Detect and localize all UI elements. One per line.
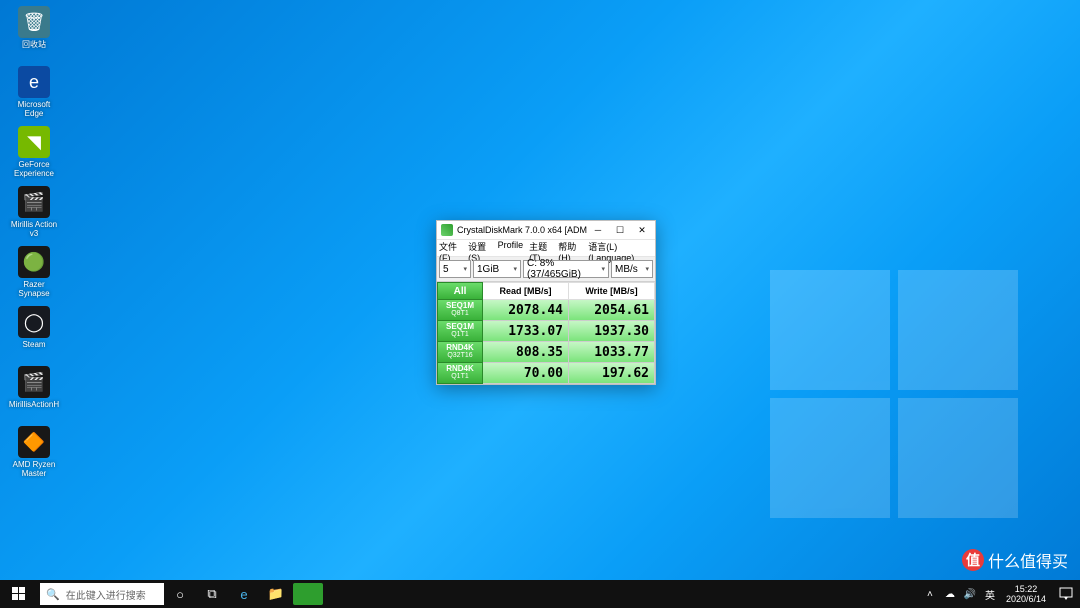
taskbar-clock[interactable]: 15:22 2020/6/14 xyxy=(1000,584,1052,604)
test-button-0[interactable]: SEQ1MQ8T1 xyxy=(437,300,483,321)
window-title: CrystalDiskMark 7.0.0 x64 [ADMIN] xyxy=(457,225,587,235)
result-row-3: RND4KQ1T170.00197.62 xyxy=(437,363,655,384)
taskbar: 🔍 在此键入进行搜索 ○ ⧉ e 📁 ˄ ☁ 🔊 英 15:22 2020/6/… xyxy=(0,580,1080,608)
taskbar-date: 2020/6/14 xyxy=(1006,594,1046,604)
read-value-2: 808.35 xyxy=(483,342,569,363)
desktop-icon-2[interactable]: ◥ GeForce Experience xyxy=(8,126,60,182)
test-name: RND4K xyxy=(446,344,474,352)
onedrive-tray-icon[interactable]: ☁ xyxy=(940,580,960,608)
desktop-icon-5[interactable]: ◯ Steam xyxy=(8,306,60,362)
menu-bar: 文件(F) 设置(S) Profile 主题(T) 帮助(H) 语言(L)(Languag… xyxy=(437,240,655,257)
results-rows: SEQ1MQ8T12078.442054.61SEQ1MQ1T11733.071… xyxy=(437,300,655,384)
edge-taskbar-icon[interactable]: e xyxy=(228,580,260,608)
taskbar-search[interactable]: 🔍 在此键入进行搜索 xyxy=(40,583,164,605)
system-tray: ˄ ☁ 🔊 英 15:22 2020/6/14 xyxy=(920,580,1080,608)
minimize-button[interactable]: ─ xyxy=(587,221,609,239)
watermark: 值 什么值得买 xyxy=(962,548,1068,572)
task-view-button[interactable]: ⧉ xyxy=(196,580,228,608)
action-center-button[interactable] xyxy=(1052,580,1080,608)
write-value-2: 1033.77 xyxy=(569,342,655,363)
test-count-dropdown[interactable]: 5▾ xyxy=(439,260,471,278)
desktop-icon-label: Steam xyxy=(22,340,45,349)
desktop-icon-label: Razer Synapse xyxy=(8,280,60,298)
desktop-icon-glyph: 🎬 xyxy=(18,186,50,218)
desktop-icon-label: Microsoft Edge xyxy=(8,100,60,118)
taskbar-time: 15:22 xyxy=(1015,584,1038,594)
write-value-1: 1937.30 xyxy=(569,321,655,342)
search-icon: 🔍 xyxy=(46,588,60,601)
maximize-button[interactable]: ☐ xyxy=(609,221,631,239)
tray-chevron-icon[interactable]: ˄ xyxy=(920,580,940,608)
desktop-icon-glyph: ◥ xyxy=(18,126,50,158)
desktop-icon-label: Mirillis Action v3 xyxy=(8,220,60,238)
windows-logo-icon xyxy=(12,587,26,601)
test-name: SEQ1M xyxy=(446,323,474,331)
result-row-2: RND4KQ32T16808.351033.77 xyxy=(437,342,655,363)
result-row-1: SEQ1MQ1T11733.071937.30 xyxy=(437,321,655,342)
all-button[interactable]: All xyxy=(437,282,483,300)
desktop-icon-3[interactable]: 🎬 Mirillis Action v3 xyxy=(8,186,60,242)
desktop-icon-label: GeForce Experience xyxy=(8,160,60,178)
desktop-icon-glyph: 🟢 xyxy=(18,246,50,278)
crystaldiskmark-taskbar-icon[interactable] xyxy=(293,583,323,605)
test-button-2[interactable]: RND4KQ32T16 xyxy=(437,342,483,363)
test-sub: Q1T1 xyxy=(451,373,469,381)
test-button-3[interactable]: RND4KQ1T1 xyxy=(437,363,483,384)
network-tray-icon[interactable]: 🔊 xyxy=(960,580,980,608)
write-value-0: 2054.61 xyxy=(569,300,655,321)
test-name: RND4K xyxy=(446,365,474,373)
notification-icon xyxy=(1059,587,1073,601)
watermark-badge: 值 xyxy=(962,549,984,571)
cortana-button[interactable]: ○ xyxy=(164,580,196,608)
results-header: All Read [MB/s] Write [MB/s] xyxy=(437,282,655,300)
desktop-icon-glyph: 🗑 xyxy=(18,6,50,38)
start-button[interactable] xyxy=(0,580,38,608)
menu-item-0[interactable]: 文件(F) xyxy=(439,240,462,256)
crystaldiskmark-window: CrystalDiskMark 7.0.0 x64 [ADMIN] ─ ☐ ✕ … xyxy=(436,220,656,385)
desktop-icon-7[interactable]: 🔶 AMD Ryzen Master xyxy=(8,426,60,482)
read-value-3: 70.00 xyxy=(483,363,569,384)
unit-dropdown[interactable]: MB/s▾ xyxy=(611,260,653,278)
desktop-icon-4[interactable]: 🟢 Razer Synapse xyxy=(8,246,60,302)
desktop-icon-glyph: e xyxy=(18,66,50,98)
file-explorer-taskbar-icon[interactable]: 📁 xyxy=(260,580,292,608)
test-sub: Q1T1 xyxy=(451,331,469,339)
result-row-0: SEQ1MQ8T12078.442054.61 xyxy=(437,300,655,321)
search-placeholder: 在此键入进行搜索 xyxy=(66,587,146,602)
menu-item-2[interactable]: Profile xyxy=(498,240,524,256)
desktop-icon-6[interactable]: 🎬 MirillisActionH xyxy=(8,366,60,422)
controls-row: 5▾ 1GiB▾ C: 8% (37/465GiB)▾ MB/s▾ xyxy=(437,257,655,282)
desktop-icon-0[interactable]: 🗑 回收站 xyxy=(8,6,60,62)
desktop-icon-label: MirillisActionH xyxy=(9,400,59,409)
write-value-3: 197.62 xyxy=(569,363,655,384)
desktop-icon-glyph: 🎬 xyxy=(18,366,50,398)
drive-dropdown[interactable]: C: 8% (37/465GiB)▾ xyxy=(523,260,609,278)
test-sub: Q8T1 xyxy=(451,310,469,318)
desktop-icon-area: 🗑 回收站 e Microsoft Edge ◥ GeForce Experience 🎬 M… xyxy=(8,6,68,486)
desktop-icon-label: AMD Ryzen Master xyxy=(8,460,60,478)
watermark-text: 什么值得买 xyxy=(988,548,1068,572)
test-size-dropdown[interactable]: 1GiB▾ xyxy=(473,260,521,278)
close-button[interactable]: ✕ xyxy=(631,221,653,239)
menu-item-5[interactable]: 语言(L)(Language) xyxy=(588,240,647,256)
desktop-icon-glyph: 🔶 xyxy=(18,426,50,458)
test-button-1[interactable]: SEQ1MQ1T1 xyxy=(437,321,483,342)
test-sub: Q32T16 xyxy=(447,352,472,360)
desktop-icon-label: 回收站 xyxy=(22,40,46,49)
desktop-icon-1[interactable]: e Microsoft Edge xyxy=(8,66,60,122)
menu-item-4[interactable]: 帮助(H) xyxy=(558,240,582,256)
ime-tray-icon[interactable]: 英 xyxy=(980,580,1000,608)
menu-item-3[interactable]: 主题(T) xyxy=(529,240,552,256)
read-value-0: 2078.44 xyxy=(483,300,569,321)
window-titlebar[interactable]: CrystalDiskMark 7.0.0 x64 [ADMIN] ─ ☐ ✕ xyxy=(437,221,655,240)
read-value-1: 1733.07 xyxy=(483,321,569,342)
read-header: Read [MB/s] xyxy=(483,282,569,300)
app-icon xyxy=(441,224,453,236)
desktop-icon-glyph: ◯ xyxy=(18,306,50,338)
write-header: Write [MB/s] xyxy=(569,282,655,300)
menu-item-1[interactable]: 设置(S) xyxy=(468,240,492,256)
wallpaper-windows-logo xyxy=(770,270,1030,530)
test-name: SEQ1M xyxy=(446,302,474,310)
